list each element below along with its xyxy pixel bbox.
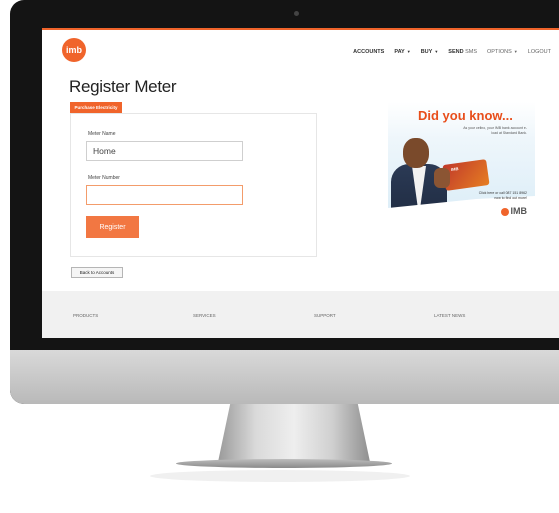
ad-imb-logo: IMB xyxy=(500,206,527,216)
nav-send-sms[interactable]: SEND SMS xyxy=(448,49,477,55)
screen: imb ACCOUNTS PAY ▼ BUY ▼ SEND SMS OPTIONS ▼… xyxy=(42,28,559,338)
ad-person-head xyxy=(403,138,429,168)
chevron-down-icon: ▼ xyxy=(406,49,411,54)
tab-purchase-electricity[interactable]: Purchase Electricity xyxy=(70,102,122,113)
imac-monitor: imb ACCOUNTS PAY ▼ BUY ▼ SEND SMS OPTIONS ▼… xyxy=(10,0,559,404)
nav-pay[interactable]: PAY ▼ xyxy=(394,49,410,55)
meter-name-label: Meter Name xyxy=(88,131,116,137)
register-button[interactable]: Register xyxy=(86,216,139,238)
chevron-down-icon: ▼ xyxy=(513,49,518,54)
camera-icon xyxy=(294,11,299,16)
footer-link-products[interactable]: PRODUCTS xyxy=(73,313,98,318)
footer-link-latest-news[interactable]: LATEST NEWS xyxy=(434,313,465,318)
meter-number-label: Meter Number xyxy=(88,175,120,181)
main-nav: ACCOUNTS PAY ▼ BUY ▼ SEND SMS OPTIONS ▼ LOG… xyxy=(353,49,551,55)
imb-logo-icon xyxy=(500,207,509,216)
ad-hand xyxy=(434,168,450,188)
footer: PRODUCTS SERVICES SUPPORT LATEST NEWS xyxy=(42,291,559,338)
footer-link-support[interactable]: SUPPORT xyxy=(314,313,336,318)
imb-logo[interactable]: imb xyxy=(62,38,86,62)
meter-number-field[interactable] xyxy=(86,185,243,205)
ad-cta-text: Click here or call 087 151 8962 now to f… xyxy=(478,191,527,200)
back-to-accounts-button[interactable]: Back to Accounts xyxy=(71,267,123,278)
meter-name-field[interactable]: Home xyxy=(86,141,243,161)
nav-buy[interactable]: BUY ▼ xyxy=(421,49,439,55)
chevron-down-icon: ▼ xyxy=(434,49,439,54)
nav-accounts[interactable]: ACCOUNTS xyxy=(353,49,384,55)
did-you-know-ad[interactable]: Did you know... As your cellno, your IMB… xyxy=(388,102,535,226)
monitor-chin xyxy=(10,350,559,404)
footer-link-services[interactable]: SERVICES xyxy=(193,313,216,318)
top-accent-bar xyxy=(42,28,559,30)
nav-logout[interactable]: LOGOUT xyxy=(528,49,551,55)
stand-shadow xyxy=(150,470,410,482)
register-form: Meter Name Home Meter Number Register xyxy=(70,113,317,257)
page-title: Register Meter xyxy=(69,77,177,96)
nav-options[interactable]: OPTIONS ▼ xyxy=(487,49,518,55)
monitor-stand-base xyxy=(176,459,392,468)
ad-subtext: As your cellno, your IMB bank account e-… xyxy=(463,126,527,135)
monitor-stand xyxy=(218,404,370,462)
ad-headline: Did you know... xyxy=(418,108,513,123)
